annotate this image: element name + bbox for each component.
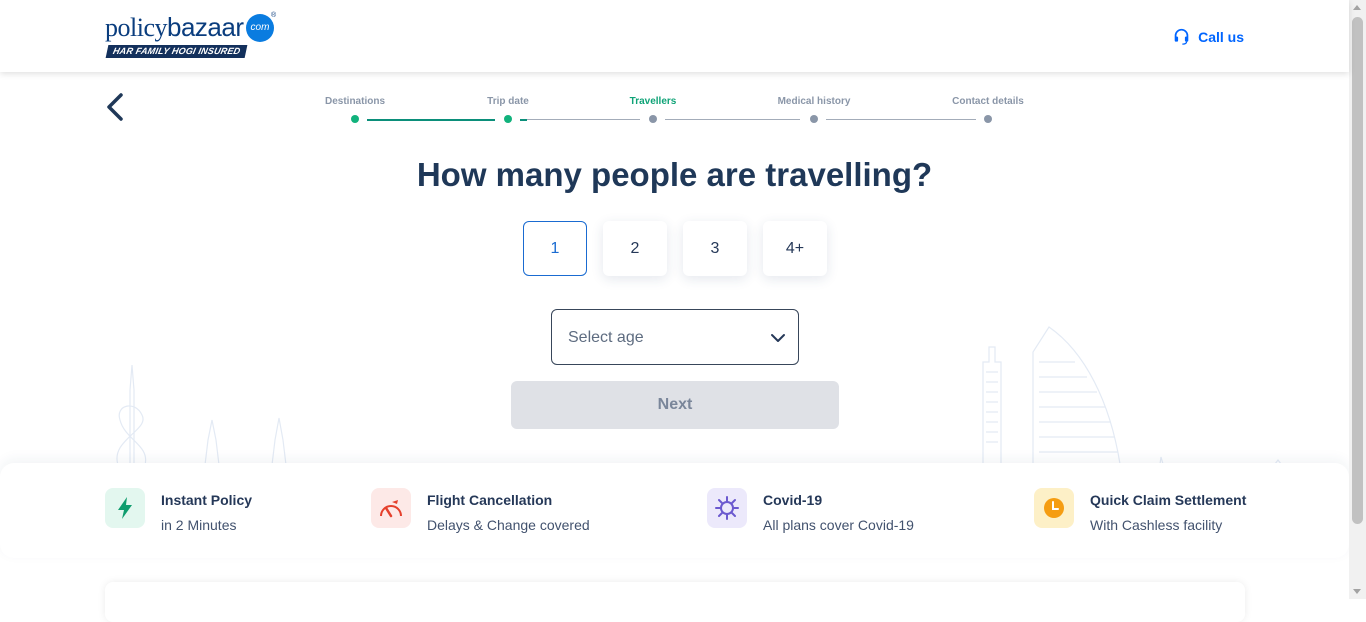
feature-title: Instant Policy — [161, 492, 253, 508]
step-travellers-label: Travellers — [629, 96, 677, 107]
step-trip-date-dot — [504, 115, 512, 123]
feature-subtitle: Delays & Change covered — [427, 517, 590, 533]
feature-title: Covid-19 — [763, 492, 823, 508]
logo-wordmark: policybazaar — [105, 12, 244, 42]
logo-tagline: HAR FAMILY HOGI INSURED — [105, 45, 248, 58]
traveller-option-3[interactable]: 3 — [683, 221, 747, 276]
next-button[interactable]: Next — [511, 381, 839, 429]
step-connector — [527, 119, 640, 120]
feature-subtitle: All plans cover Covid-19 — [763, 517, 914, 533]
age-select-dropdown[interactable]: Select age — [551, 309, 799, 365]
step-connector — [367, 119, 495, 121]
logo-trademark: ® — [271, 12, 277, 19]
step-contact-details-label: Contact details — [952, 96, 1024, 107]
age-select-placeholder: Select age — [568, 329, 644, 346]
step-travellers-dot — [649, 115, 657, 123]
scroll-down-arrow-icon[interactable] — [1353, 589, 1361, 594]
call-us-button[interactable]: Call us — [1173, 28, 1244, 45]
progress-stepper: Destinations Trip date Travellers Medica… — [300, 96, 1050, 126]
step-connector — [826, 119, 976, 120]
vertical-scrollbar[interactable] — [1349, 0, 1366, 599]
traveller-option-4-plus[interactable]: 4+ — [763, 221, 827, 276]
traveller-option-2[interactable]: 2 — [603, 221, 667, 276]
left-skyline-illustration — [116, 364, 290, 465]
scrollbar-thumb[interactable] — [1352, 17, 1363, 524]
feature-subtitle: in 2 Minutes — [161, 517, 237, 533]
chevron-left-icon — [107, 93, 123, 121]
bottom-card — [105, 582, 1245, 622]
step-contact-details-dot — [984, 115, 992, 123]
step-connector — [665, 119, 800, 120]
feature-title: Flight Cancellation — [427, 492, 553, 508]
right-skyline-illustration — [982, 326, 1282, 464]
chevron-down-icon — [771, 334, 785, 342]
back-button[interactable] — [103, 92, 129, 122]
header: policybazaar com ® HAR FAMILY HOGI INSUR… — [0, 0, 1349, 72]
call-us-label: Call us — [1198, 28, 1244, 45]
traveller-count-options: 1 2 3 4+ — [523, 221, 827, 276]
step-medical-history-dot — [810, 115, 818, 123]
step-connector — [520, 119, 527, 121]
virus-icon — [707, 488, 747, 528]
logo-dot-badge: com — [246, 14, 274, 42]
flight-cancel-icon — [371, 488, 411, 528]
step-destinations-label[interactable]: Destinations — [325, 96, 385, 107]
policybazaar-logo[interactable]: policybazaar com ® HAR FAMILY HOGI INSUR… — [105, 12, 280, 60]
step-trip-date-label[interactable]: Trip date — [487, 96, 529, 107]
lightning-icon — [105, 488, 145, 528]
traveller-option-1[interactable]: 1 — [523, 221, 587, 276]
page-title: How many people are travelling? — [416, 156, 933, 193]
features-strip: Instant Policy in 2 Minutes Flight Cance… — [0, 463, 1349, 558]
step-medical-history-label: Medical history — [777, 96, 851, 107]
clock-icon — [1034, 488, 1074, 528]
headset-icon — [1174, 28, 1189, 45]
step-destinations-dot — [351, 115, 359, 123]
feature-title: Quick Claim Settlement — [1090, 492, 1247, 508]
scroll-up-arrow-icon[interactable] — [1353, 5, 1361, 10]
feature-subtitle: With Cashless facility — [1090, 517, 1223, 533]
